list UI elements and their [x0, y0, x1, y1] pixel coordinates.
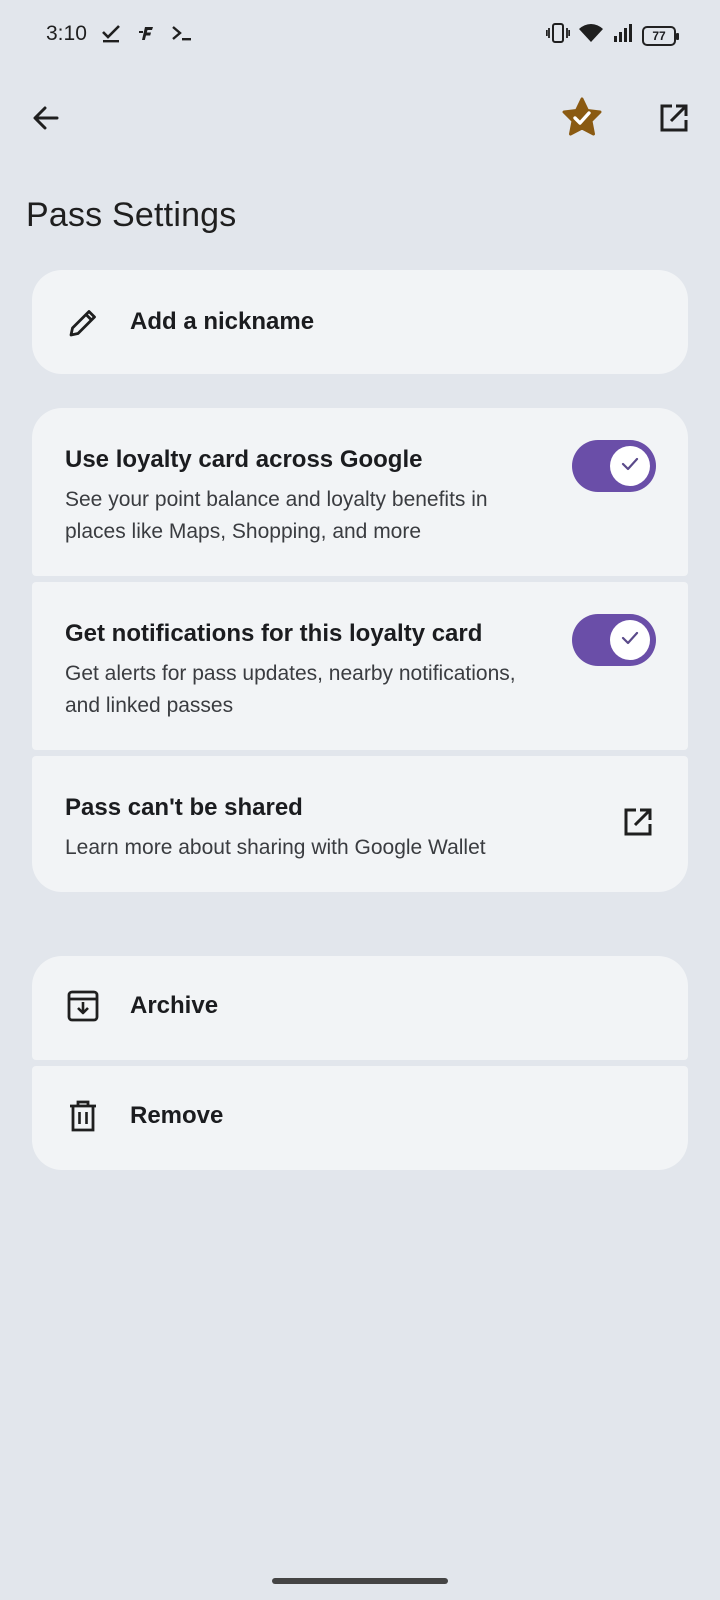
open-in-new-icon[interactable] [622, 806, 654, 843]
archive-button[interactable]: Archive [32, 956, 688, 1060]
starred-badge-icon [560, 96, 604, 145]
toggle-knob [610, 620, 650, 660]
setting-sharing[interactable]: Pass can't be shared Learn more about sh… [32, 756, 688, 892]
open-pass-button[interactable] [648, 94, 700, 146]
terminal-icon [170, 23, 194, 48]
check-download-icon [100, 22, 122, 49]
toggle-knob [610, 446, 650, 486]
pencil-icon [66, 306, 100, 345]
vibrate-icon [545, 22, 571, 49]
status-time: 3:10 [46, 22, 87, 45]
open-in-new-icon [658, 102, 690, 139]
loyalty-across-google-toggle[interactable] [572, 440, 656, 492]
archive-icon [66, 988, 100, 1029]
arrow-back-icon [31, 103, 61, 138]
back-button[interactable] [20, 94, 72, 146]
starred-button[interactable] [556, 94, 608, 146]
setting-description: Learn more about sharing with Google Wal… [65, 836, 486, 859]
setting-notifications: Get notifications for this loyalty card … [32, 582, 688, 750]
app-f-icon [136, 23, 156, 48]
wifi-icon [578, 22, 604, 49]
top-app-bar [0, 90, 720, 150]
setting-title: Get notifications for this loyalty card [65, 620, 483, 647]
add-nickname-row[interactable]: Add a nickname [32, 270, 688, 374]
signal-icon [612, 22, 634, 49]
remove-button[interactable]: Remove [32, 1066, 688, 1170]
remove-label: Remove [130, 1102, 224, 1129]
status-left-icons [100, 22, 194, 49]
notifications-toggle[interactable] [572, 614, 656, 666]
setting-description: See your point balance and loyalty benef… [65, 488, 488, 543]
add-nickname-label: Add a nickname [130, 308, 315, 335]
trash-icon [66, 1098, 100, 1139]
check-icon [619, 627, 641, 654]
battery-level: 77 [652, 28, 666, 43]
home-indicator[interactable] [272, 1578, 448, 1584]
setting-title: Use loyalty card across Google [65, 446, 423, 473]
status-bar: 3:10 77 [0, 0, 720, 72]
archive-label: Archive [130, 992, 219, 1019]
battery-icon: 77 [642, 25, 679, 46]
status-right-icons: 77 [545, 22, 679, 49]
setting-title: Pass can't be shared [65, 794, 303, 821]
check-icon [619, 453, 641, 480]
setting-use-loyalty-card: Use loyalty card across Google See your … [32, 408, 688, 576]
setting-description: Get alerts for pass updates, nearby noti… [65, 662, 516, 717]
page-title: Pass Settings [26, 196, 237, 234]
